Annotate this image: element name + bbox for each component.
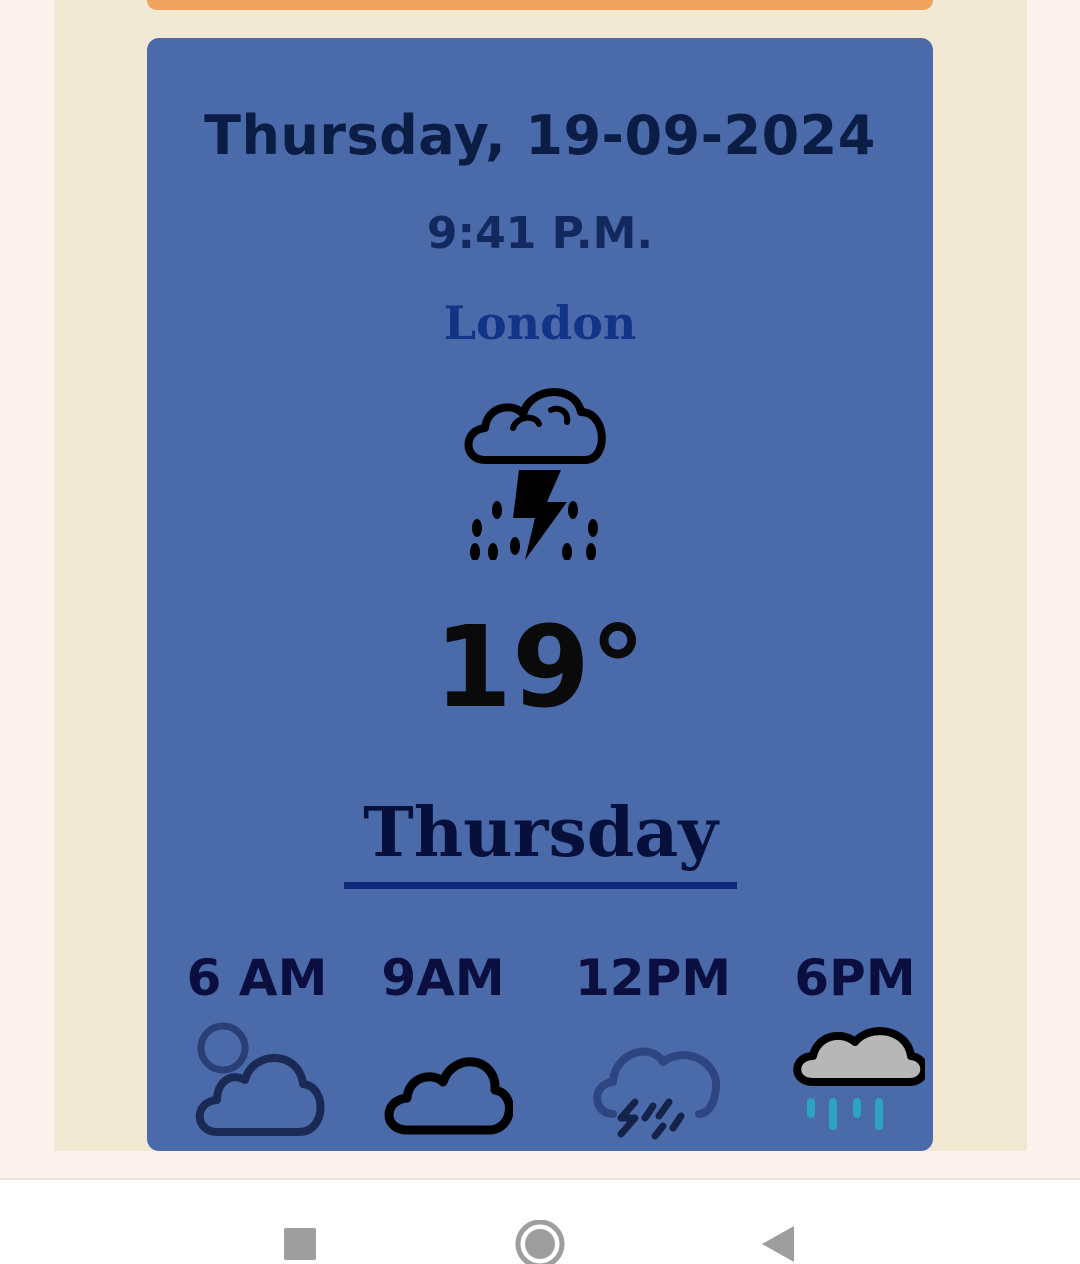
hour-label: 9AM <box>381 949 505 1007</box>
recent-apps-icon[interactable] <box>270 1220 330 1264</box>
thunder-showers-icon <box>593 1047 721 1140</box>
hourly-forecast-item: 12PM <box>563 948 743 1142</box>
current-temperature: 19° <box>434 603 646 733</box>
city-name: London <box>443 296 637 350</box>
forecast-day-heading: Thursday <box>344 788 737 889</box>
cloudy-night-icon <box>195 1022 325 1136</box>
back-icon[interactable] <box>748 1220 808 1264</box>
hourly-forecast-item: 9AM <box>353 948 533 1142</box>
hour-label: 6PM <box>794 949 916 1007</box>
system-nav-bar <box>0 1178 1080 1264</box>
forecast-day-label: Thursday <box>363 793 718 873</box>
rain-cloud-icon <box>793 1027 925 1130</box>
hour-label: 12PM <box>575 949 731 1007</box>
weather-app-screen: Thursday, 19-09-2024 9:41 P.M. London 19… <box>0 0 1080 1264</box>
day-underline <box>344 882 737 889</box>
current-time: 9:41 P.M. <box>426 208 654 259</box>
thunderstorm-rain-icon <box>464 388 606 560</box>
hourly-forecast-item: 6 AM <box>167 948 347 1142</box>
hourly-forecast-item: 6PM <box>765 948 945 1142</box>
home-icon[interactable] <box>510 1220 570 1264</box>
top-banner[interactable] <box>147 0 933 10</box>
weather-card: Thursday, 19-09-2024 9:41 P.M. London 19… <box>147 38 933 1151</box>
current-date: Thursday, 19-09-2024 <box>204 104 876 167</box>
cloud-icon <box>384 1057 513 1135</box>
hour-label: 6 AM <box>186 949 328 1007</box>
